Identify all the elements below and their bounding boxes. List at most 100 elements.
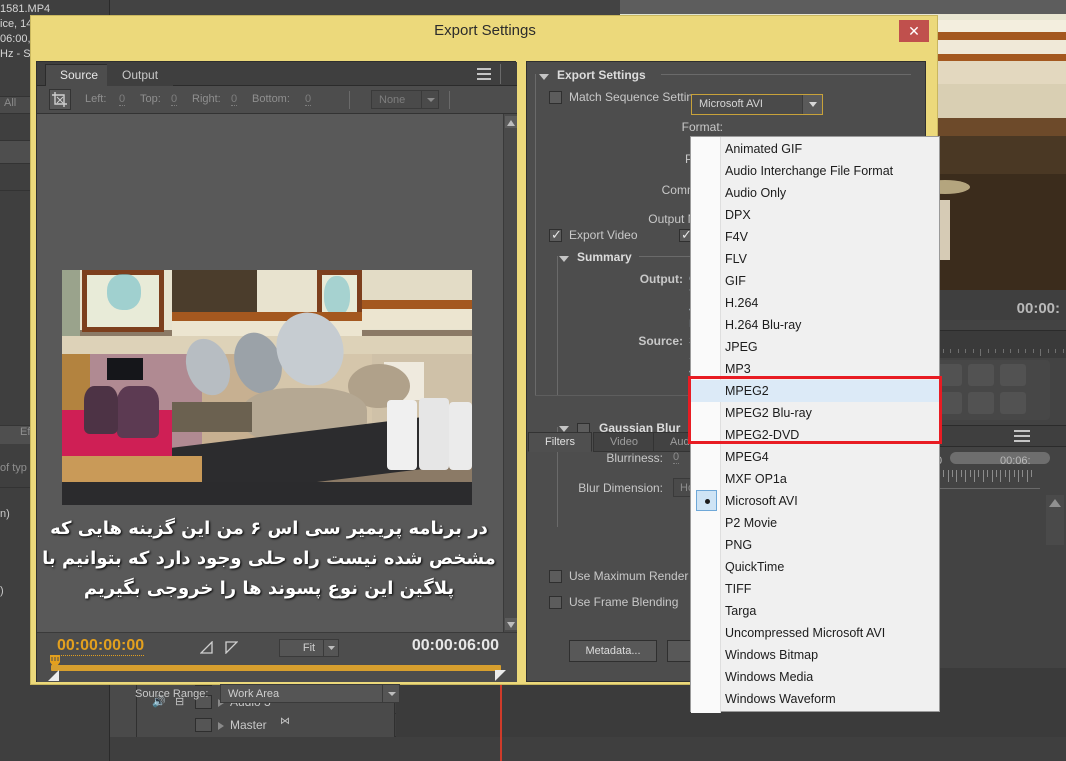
dropdown-item-quicktime[interactable]: QuickTime xyxy=(691,556,939,578)
preview-frame xyxy=(62,270,472,505)
scrub-bar[interactable] xyxy=(51,665,501,671)
crop-bottom-label: Bottom: xyxy=(252,93,290,105)
blurriness-value[interactable]: 0 xyxy=(673,451,680,464)
chevron-down-icon[interactable] xyxy=(421,91,438,108)
set-out-point-icon[interactable] xyxy=(225,641,239,659)
dropdown-item-mpeg4[interactable]: MPEG4 xyxy=(691,446,939,468)
dropdown-item-audio-interchange-file-format[interactable]: Audio Interchange File Format xyxy=(691,160,939,182)
format-label: Format: xyxy=(681,120,723,134)
export-video-label: Export Video xyxy=(569,228,638,242)
dropdown-item-animated-gif[interactable]: Animated GIF xyxy=(691,138,939,160)
dropdown-item-p2-movie[interactable]: P2 Movie xyxy=(691,512,939,534)
crop-left-value[interactable]: 0 xyxy=(119,93,126,106)
zoom-level-select[interactable]: Fit xyxy=(279,639,339,657)
set-in-point-icon[interactable] xyxy=(199,640,213,659)
tab-filters[interactable]: Filters xyxy=(528,432,592,452)
divider xyxy=(449,91,450,109)
dropdown-item-mpeg2[interactable]: MPEG2 xyxy=(691,380,939,402)
dropdown-item-microsoft-avi[interactable]: Microsoft AVI xyxy=(691,490,939,512)
tab-source[interactable]: Source xyxy=(45,64,114,86)
crop-bottom-value[interactable]: 0 xyxy=(305,93,312,106)
dropdown-item-windows-waveform[interactable]: Windows Waveform xyxy=(691,688,939,710)
overlays-icon[interactable] xyxy=(1000,364,1026,386)
crop-glyph xyxy=(52,92,67,107)
dropdown-item-h-264[interactable]: H.264 xyxy=(691,292,939,314)
track-number-cell xyxy=(110,714,137,737)
panel-menu-icon[interactable] xyxy=(1008,430,1030,446)
dropdown-item-targa[interactable]: Targa xyxy=(691,600,939,622)
metadata-button[interactable]: Metadata... xyxy=(569,640,657,662)
summary-output-label: Output: xyxy=(639,272,683,286)
use-frame-blending-checkbox[interactable] xyxy=(549,596,562,609)
track-toggle[interactable] xyxy=(195,718,212,732)
page-title: Export Settings xyxy=(434,22,536,39)
track-header[interactable]: Master ⋈ xyxy=(110,714,395,737)
disclosure-triangle-icon[interactable] xyxy=(539,74,549,80)
selected-format-radio-icon xyxy=(696,490,717,511)
dropdown-item-mpeg2-blu-ray[interactable]: MPEG2 Blu-ray xyxy=(691,402,939,424)
subtitle-overlay: در برنامه پریمیر سی اس ۶ من این گزینه ها… xyxy=(42,518,496,599)
summary-source-label: Source: xyxy=(638,334,683,348)
dropdown-item-jpeg[interactable]: JPEG xyxy=(691,336,939,358)
expand-arrow-icon[interactable] xyxy=(218,722,224,730)
source-range-value: Work Area xyxy=(228,688,280,700)
dropdown-item-f4v[interactable]: F4V xyxy=(691,226,939,248)
scroll-up-icon[interactable] xyxy=(1049,499,1061,507)
crop-top-value[interactable]: 0 xyxy=(171,93,178,106)
dropdown-item-uncompressed-microsoft-avi[interactable]: Uncompressed Microsoft AVI xyxy=(691,622,939,644)
safe-margins-icon[interactable] xyxy=(968,364,994,386)
chevron-down-icon[interactable] xyxy=(802,95,822,114)
scroll-down-icon[interactable] xyxy=(505,618,517,630)
use-frame-blending-label: Use Frame Blending xyxy=(569,595,679,609)
group-divider xyxy=(661,74,911,75)
dropdown-item-gif[interactable]: GIF xyxy=(691,270,939,292)
chevron-down-icon[interactable] xyxy=(323,640,338,656)
zoom-level-value: Fit xyxy=(302,642,316,654)
extract-icon[interactable] xyxy=(968,392,994,414)
program-monitor-buttons[interactable] xyxy=(930,360,1050,420)
keyframe-icon[interactable]: ⋈ xyxy=(280,716,290,727)
camera-icon[interactable] xyxy=(1000,392,1026,414)
source-preview-canvas[interactable]: در برنامه پریمیر سی اس ۶ من این گزینه ها… xyxy=(37,114,517,632)
dropdown-item-mp3[interactable]: MP3 xyxy=(691,358,939,380)
dropdown-item-mpeg2-dvd[interactable]: MPEG2-DVD xyxy=(691,424,939,446)
preview-scrollbar[interactable] xyxy=(503,114,517,632)
preview-transport-bar: 00:00:00:00 Fit 00:00:06:00 xyxy=(37,632,517,682)
source-range-label: Source Range: xyxy=(135,688,209,700)
match-sequence-checkbox[interactable] xyxy=(549,91,562,104)
crop-aspect-select[interactable]: None xyxy=(371,90,439,109)
crop-right-label: Right: xyxy=(192,93,221,105)
vertical-scrollbar[interactable] xyxy=(1046,495,1064,545)
blurriness-label: Blurriness: xyxy=(606,451,663,465)
track-lane[interactable] xyxy=(396,714,1066,737)
format-select[interactable]: Microsoft AVI xyxy=(691,94,823,115)
dropdown-item-h-264-blu-ray[interactable]: H.264 Blu-ray xyxy=(691,314,939,336)
left-panel-text-2: ) xyxy=(0,585,4,597)
crop-tool-icon[interactable] xyxy=(49,89,71,110)
dropdown-item-windows-media[interactable]: Windows Media xyxy=(691,666,939,688)
chevron-down-icon[interactable] xyxy=(382,685,399,702)
crop-left-label: Left: xyxy=(85,93,107,105)
dropdown-item-mxf-op1a[interactable]: MXF OP1a xyxy=(691,468,939,490)
dropdown-item-dpx[interactable]: DPX xyxy=(691,204,939,226)
close-icon[interactable]: ✕ xyxy=(899,20,929,42)
use-max-render-checkbox[interactable] xyxy=(549,570,562,583)
source-range-row: Source Range: Work Area xyxy=(37,682,517,712)
table-row[interactable]: Master ⋈ xyxy=(110,714,1066,737)
dropdown-item-flv[interactable]: FLV xyxy=(691,248,939,270)
dropdown-item-audio-only[interactable]: Audio Only xyxy=(691,182,939,204)
dropdown-item-png[interactable]: PNG xyxy=(691,534,939,556)
export-video-checkbox[interactable] xyxy=(549,227,562,243)
blur-dimension-label: Blur Dimension: xyxy=(578,481,663,495)
source-range-select[interactable]: Work Area xyxy=(220,684,400,703)
tab-output[interactable]: Output xyxy=(107,64,174,86)
timecode-in[interactable]: 00:00:00:00 xyxy=(57,637,145,656)
scroll-up-icon[interactable] xyxy=(505,116,517,128)
summary-disclosure-triangle-icon[interactable] xyxy=(559,256,569,262)
tab-video[interactable]: Video xyxy=(593,432,655,452)
dropdown-item-windows-bitmap[interactable]: Windows Bitmap xyxy=(691,644,939,666)
dropdown-item-tiff[interactable]: TIFF xyxy=(691,578,939,600)
panel-menu-icon[interactable] xyxy=(469,66,491,82)
format-dropdown-list[interactable]: Animated GIF Audio Interchange File Forma… xyxy=(690,136,940,713)
crop-right-value[interactable]: 0 xyxy=(231,93,238,106)
